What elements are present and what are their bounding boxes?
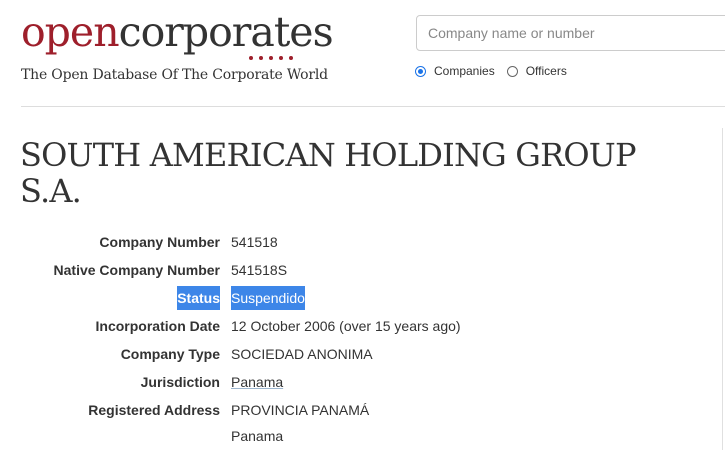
attr-incorporation-date: Incorporation Date 12 October 2006 (over… (0, 314, 725, 338)
attr-company-number: Company Number 541518 (0, 230, 725, 254)
radio-officers-label: Officers (525, 64, 567, 78)
logo-corporates-text: corporates (118, 8, 334, 56)
attr-registered-address: Registered Address PROVINCIA PANAMÁ (0, 398, 725, 422)
attr-label: Status (177, 286, 220, 310)
address-line-2: Panama (231, 428, 284, 444)
attr-label: Jurisdiction (140, 374, 220, 390)
radio-companies[interactable]: Companies (415, 64, 495, 78)
company-name: SOUTH AMERICAN HOLDING GROUP S.A. (20, 136, 637, 210)
logo-open-text: open (21, 8, 120, 56)
address-line-1: PROVINCIA PANAMÁ (231, 402, 370, 418)
attr-native-company-number: Native Company Number 541518S (0, 258, 725, 282)
native-company-number-link[interactable]: 541518S (231, 258, 287, 282)
radio-officers[interactable]: Officers (506, 64, 567, 78)
attr-label: Company Number (99, 234, 220, 250)
jurisdiction-link[interactable]: Panama (231, 370, 283, 394)
attr-label: Native Company Number (53, 262, 220, 278)
header-divider (21, 106, 725, 107)
radio-companies-button[interactable] (415, 65, 426, 77)
attr-value: 541518 (231, 234, 278, 250)
attr-status: Status Suspendido (0, 286, 725, 310)
search-input[interactable] (416, 15, 725, 51)
radio-companies-label: Companies (434, 64, 495, 78)
logo-dots (249, 47, 299, 65)
attr-label: Registered Address (88, 402, 220, 418)
attr-label: Incorporation Date (95, 318, 220, 334)
attr-value: 12 October 2006 (over 15 years ago) (231, 318, 461, 334)
radio-officers-button[interactable] (506, 65, 518, 77)
status-value: Suspendido (231, 286, 305, 310)
tagline: The Open Database Of The Corporate World (21, 67, 328, 83)
attr-value: SOCIEDAD ANONIMA (231, 346, 373, 362)
site-header: opencorporates The Open Database Of The … (0, 0, 725, 108)
search-type-radios: Companies Officers (415, 64, 579, 78)
attr-jurisdiction: Jurisdiction Panama (0, 370, 725, 394)
attr-label: Company Type (120, 346, 220, 362)
attr-company-type: Company Type SOCIEDAD ANONIMA (0, 342, 725, 366)
